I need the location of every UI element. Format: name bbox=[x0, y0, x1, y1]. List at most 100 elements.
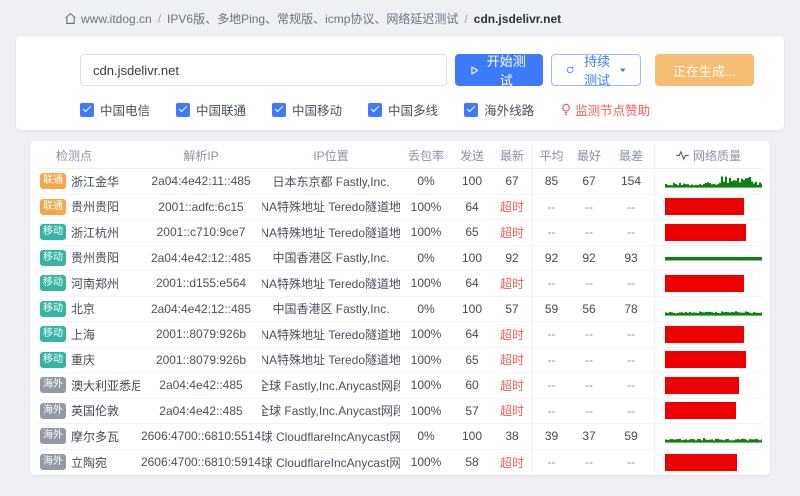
breadcrumb-path: IPV6版、多地Ping、常规版、icmp协议、网络延迟测试 bbox=[167, 12, 459, 26]
ip-location: IANA特殊地址 Teredo隧道地址 bbox=[262, 276, 400, 291]
sent-count: 64 bbox=[465, 327, 479, 342]
chevron-down-icon bbox=[620, 68, 626, 73]
table-header: 检测点 解析IP IP位置 丢包率 发送 最新 平均 最好 最差 网络质量 bbox=[38, 143, 762, 169]
loss-rate: 100% bbox=[410, 276, 442, 291]
isp-checkbox[interactable]: 中国移动 bbox=[272, 100, 342, 119]
quality-cell bbox=[654, 398, 762, 423]
checkbox-label: 中国联通 bbox=[196, 104, 247, 118]
resolved-ip: 2a04:4e42:12::485 bbox=[150, 301, 252, 316]
quality-cell bbox=[654, 271, 762, 296]
isp-badge: 海外 bbox=[40, 377, 66, 394]
sent-count: 100 bbox=[461, 429, 483, 444]
table-row: 海外 摩尔多瓦 2606:4700::6810:5514 全球 Cloudfla… bbox=[38, 424, 762, 450]
latest-latency: 超时 bbox=[499, 327, 524, 342]
loss-rate: 100% bbox=[410, 455, 442, 470]
continuous-test-button[interactable]: 持续测试 bbox=[550, 54, 641, 88]
isp-checkbox[interactable]: 中国多线 bbox=[368, 100, 438, 119]
city-label: 浙江杭州 bbox=[71, 225, 120, 240]
table-row: 移动 北京 2a04:4e42:12::485 中国香港区 Fastly,Inc… bbox=[38, 296, 762, 322]
table-row: 移动 河南郑州 2001::d155:e564 IANA特殊地址 Teredo隧… bbox=[38, 271, 762, 297]
resolved-ip: 2001::8079:926b bbox=[155, 352, 247, 367]
isp-badge: 移动 bbox=[40, 275, 66, 292]
isp-badge: 联通 bbox=[40, 198, 66, 215]
table-row: 联通 贵州贵阳 2001::adfc:6c15 IANA特殊地址 Teredo隧… bbox=[38, 194, 762, 220]
lightbulb-icon bbox=[562, 103, 571, 116]
checkbox-box bbox=[368, 102, 383, 117]
checkbox-group: 中国电信 中国联通 中国移动 中国多线 海外线路 bbox=[80, 100, 534, 119]
ip-location: 日本东京都 Fastly,Inc. bbox=[272, 174, 390, 189]
isp-checkbox[interactable]: 中国电信 bbox=[80, 100, 150, 119]
breadcrumb: www.itdog.cn / IPV6版、多地Ping、常规版、icmp协议、网… bbox=[0, 0, 800, 27]
avg-latency: -- bbox=[532, 347, 570, 372]
header-best: 最好 bbox=[576, 149, 601, 163]
start-test-button[interactable]: 开始测试 bbox=[455, 54, 543, 88]
avg-latency: 59 bbox=[532, 296, 570, 321]
isp-badge: 移动 bbox=[40, 351, 66, 368]
best-latency: 56 bbox=[582, 301, 596, 316]
quality-graph bbox=[665, 373, 739, 398]
city-label: 英国伦敦 bbox=[71, 404, 120, 419]
worst-latency: 78 bbox=[624, 301, 638, 316]
quality-cell bbox=[654, 169, 762, 194]
play-icon bbox=[471, 66, 479, 74]
checkbox-label: 中国多线 bbox=[388, 104, 439, 118]
checkbox-box bbox=[272, 102, 287, 117]
avg-latency: -- bbox=[532, 398, 570, 423]
loss-rate: 100% bbox=[410, 225, 442, 240]
resolved-ip: 2001::c710:9ce7 bbox=[156, 225, 246, 240]
best-latency: -- bbox=[585, 455, 593, 470]
ip-location: 中国香港区 Fastly,Inc. bbox=[272, 251, 390, 266]
pulse-icon bbox=[676, 150, 689, 161]
city-label: 摩尔多瓦 bbox=[71, 429, 120, 444]
quality-cell bbox=[654, 322, 762, 347]
isp-badge: 移动 bbox=[40, 300, 66, 317]
worst-latency: -- bbox=[627, 403, 635, 418]
isp-badge: 海外 bbox=[40, 454, 66, 471]
isp-checkbox[interactable]: 中国联通 bbox=[176, 100, 246, 119]
header-location: IP位置 bbox=[313, 149, 349, 163]
isp-badge: 移动 bbox=[40, 326, 66, 343]
best-latency: -- bbox=[585, 327, 593, 342]
isp-badge: 移动 bbox=[40, 249, 66, 266]
isp-badge: 移动 bbox=[40, 224, 66, 241]
quality-graph bbox=[665, 424, 762, 449]
worst-latency: -- bbox=[627, 276, 635, 291]
sent-count: 100 bbox=[461, 250, 483, 265]
results-table: 检测点 解析IP IP位置 丢包率 发送 最新 平均 最好 最差 网络质量 联通… bbox=[30, 141, 770, 475]
ip-location: 中国香港区 Fastly,Inc. bbox=[272, 302, 390, 317]
latest-latency: 超时 bbox=[499, 353, 524, 368]
best-latency: -- bbox=[585, 378, 593, 393]
table-row: 联通 浙江金华 2a04:4e42:11::485 日本东京都 Fastly,I… bbox=[38, 169, 762, 195]
generating-button[interactable]: 正在生成... bbox=[654, 54, 754, 86]
worst-latency: -- bbox=[627, 327, 635, 342]
host-input[interactable] bbox=[80, 54, 448, 86]
city-label: 上海 bbox=[71, 327, 96, 342]
quality-graph bbox=[665, 195, 744, 220]
quality-cell bbox=[654, 424, 762, 449]
table-row: 海外 英国伦敦 2a04:4e42::485 全球 Fastly,Inc.Any… bbox=[38, 398, 762, 424]
sponsor-link[interactable]: 监测节点赞助 bbox=[560, 100, 650, 119]
city-label: 贵州贵阳 bbox=[71, 200, 120, 215]
avg-latency: -- bbox=[532, 194, 570, 219]
city-label: 重庆 bbox=[71, 353, 96, 368]
latest-latency: 67 bbox=[505, 174, 519, 189]
quality-graph bbox=[665, 271, 744, 296]
ip-location: 全球 CloudflareIncAnycast网段 bbox=[262, 455, 400, 470]
quality-graph bbox=[665, 348, 746, 373]
quality-graph bbox=[665, 246, 762, 271]
city-label: 浙江金华 bbox=[71, 174, 120, 189]
table-row: 移动 贵州贵阳 2a04:4e42:12::485 中国香港区 Fastly,I… bbox=[38, 245, 762, 271]
table-row: 海外 澳大利亚悉尼 2a04:4e42::485 全球 Fastly,Inc.A… bbox=[38, 373, 762, 399]
isp-checkbox[interactable]: 海外线路 bbox=[464, 100, 534, 119]
best-latency: 37 bbox=[582, 429, 596, 444]
quality-graph bbox=[665, 297, 762, 322]
city-label: 澳大利亚悉尼 bbox=[71, 378, 140, 393]
latest-latency: 38 bbox=[505, 429, 519, 444]
checkbox-label: 中国移动 bbox=[292, 104, 343, 118]
sent-count: 64 bbox=[465, 276, 479, 291]
loss-rate: 0% bbox=[417, 301, 435, 316]
breadcrumb-home[interactable]: www.itdog.cn bbox=[64, 12, 152, 26]
worst-latency: -- bbox=[627, 455, 635, 470]
loss-rate: 0% bbox=[417, 429, 435, 444]
city-label: 北京 bbox=[71, 302, 96, 317]
